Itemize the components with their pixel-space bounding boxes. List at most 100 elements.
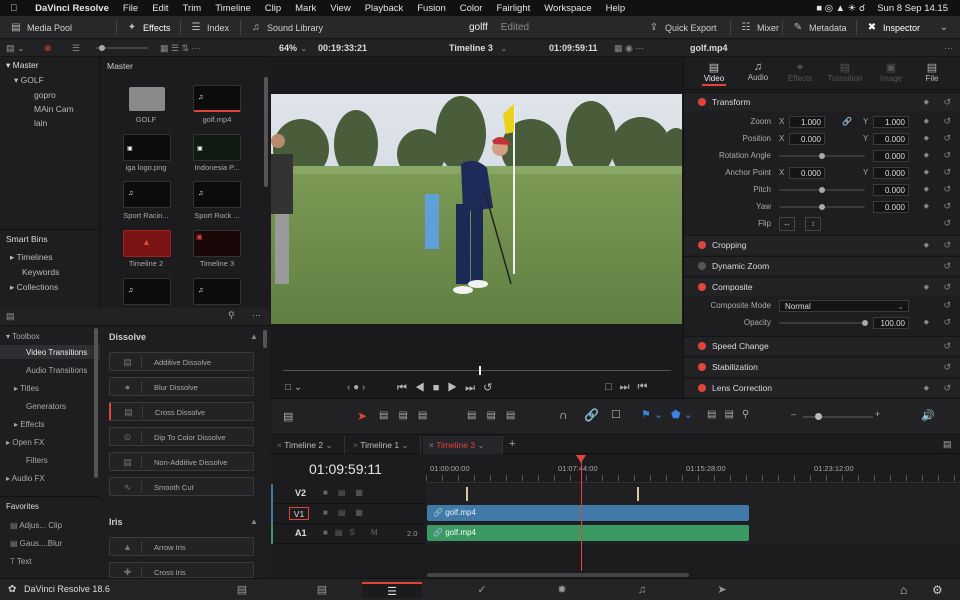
reset-icon[interactable]: ↺ (943, 261, 951, 272)
viewer-options-icon[interactable]: ▦ ◉ ⋯ (614, 43, 644, 54)
effects-button[interactable]: ✦ Effects (126, 16, 171, 39)
rotation-knob[interactable] (819, 153, 825, 159)
menu-view[interactable]: View (330, 3, 350, 14)
zoom-y-field[interactable]: 1.000 (873, 116, 909, 128)
effect-cross-iris[interactable]: ✚ Cross Iris (109, 562, 254, 578)
timeline-scrollbar[interactable] (427, 573, 689, 577)
more-icon[interactable]: ⋯ (252, 310, 261, 321)
tree-open-fx[interactable]: ▸ Open FX (6, 438, 44, 447)
mixer-button[interactable]: ☷ Mixer (740, 16, 779, 39)
effect-dip-to-color[interactable]: ⊙ Dip To Color Dissolve (109, 427, 254, 446)
section-stabilization[interactable]: Stabilization ↺ (684, 357, 960, 376)
quick-export-button[interactable]: ⇪ Quick Export (648, 16, 717, 39)
clock[interactable]: Sun 8 Sep 14.15 (877, 3, 948, 14)
edit-tools-icons[interactable]: ▤▤▤ (379, 410, 437, 421)
zoom-out-icon[interactable]: – (791, 409, 796, 419)
linked-selection-icon[interactable]: 🔗 (584, 408, 599, 422)
yaw-field[interactable]: 0.000 (873, 201, 909, 213)
tree-titles[interactable]: ▸ Titles (14, 384, 39, 393)
scrubber-handle[interactable] (479, 366, 481, 375)
anchor-x-field[interactable]: 0.000 (789, 167, 825, 179)
page-color[interactable]: ✸ (532, 582, 592, 598)
link-icon[interactable]: 🔗 (842, 117, 852, 126)
reset-icon[interactable]: ↺ (943, 300, 951, 311)
keyframe-icon[interactable]: ◆ (924, 318, 929, 326)
reset-icon[interactable]: ↺ (943, 240, 951, 251)
reset-icon[interactable]: ↺ (943, 133, 951, 144)
selection-tool-icon[interactable]: ➤ (357, 409, 367, 423)
pitch-knob[interactable] (819, 187, 825, 193)
reset-icon[interactable]: ↺ (943, 383, 951, 394)
menu-mark[interactable]: Mark (295, 3, 316, 14)
favorite-text[interactable]: T Text (10, 557, 32, 566)
menu-workspace[interactable]: Workspace (544, 3, 591, 14)
timeline-options-icon[interactable]: ▤ (943, 439, 952, 450)
jog-icon[interactable]: ‹ ● › (347, 382, 365, 393)
clip-thumb-golf[interactable]: ♫ (193, 85, 241, 112)
section-dynamic-zoom[interactable]: Dynamic Zoom ↺ (684, 256, 960, 275)
menu-color[interactable]: Color (460, 3, 483, 14)
opacity-field[interactable]: 100.00 (873, 317, 909, 329)
sound-library-button[interactable]: ♫ Sound Library (250, 16, 323, 39)
section-lens-correction[interactable]: Lens Correction ◆ ↺ (684, 378, 960, 397)
bin-gopro[interactable]: gopro (0, 88, 99, 102)
tab-timeline-2[interactable]: × Timeline 2 ⌄ (271, 436, 345, 454)
menu-fairlight[interactable]: Fairlight (496, 3, 530, 14)
timeline-name[interactable]: Timeline 3 (449, 43, 493, 53)
timeline-zoom-slider[interactable] (803, 416, 873, 418)
menu-clip[interactable]: Clip (265, 3, 281, 14)
clip-thumb-timeline-3[interactable]: ▣ (193, 230, 241, 257)
smart-bin-keywords[interactable]: Keywords (0, 265, 59, 279)
collapse-icon[interactable]: ▲ (250, 332, 258, 341)
pitch-field[interactable]: 0.000 (873, 184, 909, 196)
search-icon[interactable]: ⚲ (228, 310, 235, 321)
tree-generators[interactable]: Generators (26, 402, 66, 411)
enable-toggle-icon[interactable] (698, 283, 706, 291)
tree-effects[interactable]: ▸ Effects (14, 420, 45, 429)
enable-toggle-icon[interactable] (698, 241, 706, 249)
reset-icon[interactable]: ↺ (943, 184, 951, 195)
marker-clip[interactable] (466, 487, 468, 501)
tab-image[interactable]: ▣ Image (876, 61, 906, 83)
clip-thumb[interactable]: ♫ (123, 278, 171, 305)
apple-icon[interactable]:  (10, 3, 17, 14)
keyframe-icon[interactable]: ◆ (924, 168, 929, 176)
page-fairlight[interactable]: ♫ (612, 582, 672, 598)
enable-toggle-icon[interactable] (698, 363, 706, 371)
menu-edit[interactable]: Edit (152, 3, 168, 14)
rotation-field[interactable]: 0.000 (873, 150, 909, 162)
keyframe-icon[interactable]: ◆ (924, 283, 929, 291)
page-fusion[interactable]: ✓ (452, 582, 512, 598)
video-clip[interactable]: 🔗 golf.mp4 (427, 505, 749, 521)
effect-cross-dissolve[interactable]: ▤ Cross Dissolve (109, 402, 254, 421)
marker-clip[interactable] (637, 487, 639, 501)
index-button[interactable]: ☰ Index (190, 16, 230, 39)
menu-trim[interactable]: Trim (183, 3, 202, 14)
reset-icon[interactable]: ↺ (943, 116, 951, 127)
timeline-dropdown-icon[interactable]: ⌄ (500, 43, 508, 54)
keyframe-icon[interactable]: ◆ (924, 241, 929, 249)
flip-vertical-icon[interactable]: ↕ (805, 217, 821, 231)
effect-arrow-iris[interactable]: ▲ Arrow Iris (109, 537, 254, 556)
playhead-handle[interactable] (576, 455, 586, 463)
track-controls-icons[interactable]: ■▤▦ (323, 488, 373, 497)
app-menu[interactable]: DaVinci Resolve (35, 3, 109, 14)
flag-icon[interactable]: ⚑ ⌄ (641, 408, 663, 421)
media-pool-button[interactable]: ▤ Media Pool (10, 16, 72, 39)
favorite-adjustment-clip[interactable]: ▤ Adjus... Clip (10, 521, 62, 530)
zoom-in-icon[interactable]: + (875, 409, 880, 419)
collapse-icon[interactable]: ▲ (250, 517, 258, 526)
keyframe-icon[interactable]: ◆ (924, 98, 929, 106)
clip-thumb-sport-racing[interactable]: ♫ (123, 181, 171, 208)
section-cropping[interactable]: Cropping ◆ ↺ (684, 235, 960, 254)
clip-thumb-indonesia[interactable]: ▣ (193, 134, 241, 161)
reset-icon[interactable]: ↺ (943, 282, 951, 293)
reset-icon[interactable]: ↺ (943, 317, 951, 328)
reset-icon[interactable]: ↺ (943, 218, 951, 229)
thumb-size-knob[interactable] (99, 45, 105, 51)
tree-filters[interactable]: Filters (26, 456, 48, 465)
tab-video[interactable]: ▤ Video (702, 61, 726, 86)
inspector-button[interactable]: ✖ Inspector (866, 16, 920, 39)
enable-toggle-icon[interactable] (698, 262, 706, 270)
tree-toolbox[interactable]: ▾ Toolbox (6, 332, 40, 341)
